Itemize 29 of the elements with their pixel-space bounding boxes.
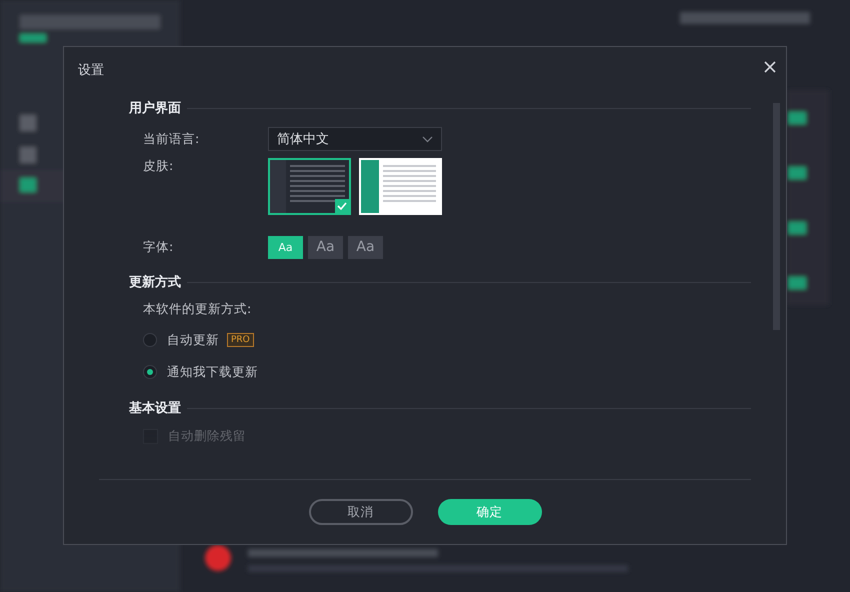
checkbox-label: 自动删除残留 <box>168 428 246 444</box>
field-label: 字体: <box>143 238 174 256</box>
cancel-button[interactable]: 取消 <box>308 499 412 525</box>
pro-badge: PRO <box>227 333 254 347</box>
skin-thumbnail[interactable] <box>268 158 351 215</box>
language-dropdown[interactable]: 简体中文 <box>268 127 442 151</box>
nav-icon[interactable] <box>20 147 36 163</box>
section-heading: 更新方式 <box>128 274 182 291</box>
field-label: 当前语言: <box>143 130 200 148</box>
field-label: 皮肤: <box>143 158 174 175</box>
chevron-icon <box>422 136 433 142</box>
radio-label: 自动更新 <box>167 332 219 348</box>
font-size-button[interactable]: Aa <box>308 236 343 258</box>
section-heading: 用户界面 <box>128 100 182 117</box>
field-label: 本软件的更新方式: <box>143 300 252 318</box>
nav-icon[interactable] <box>20 178 36 192</box>
font-size-button[interactable]: Aa <box>268 236 303 258</box>
dialog-title: 设置 <box>78 62 104 79</box>
section-heading: 基本设置 <box>128 400 182 417</box>
confirm-button[interactable]: 确定 <box>438 499 542 525</box>
radio-label: 通知我下载更新 <box>167 364 258 380</box>
nav-icon[interactable] <box>20 115 36 131</box>
close-icon[interactable] <box>764 61 776 73</box>
skin-thumbnail[interactable] <box>359 158 442 215</box>
checkmark-icon <box>335 199 349 213</box>
font-size-button[interactable]: Aa <box>348 236 383 258</box>
radio-button[interactable] <box>143 333 157 347</box>
radio-button[interactable] <box>143 365 157 379</box>
news-icon <box>205 545 231 571</box>
